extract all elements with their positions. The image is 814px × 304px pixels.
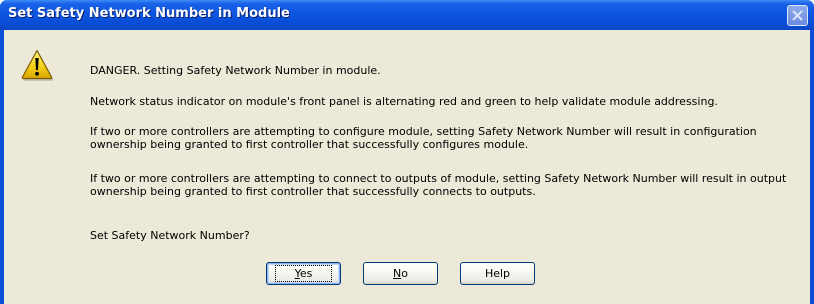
title-bar[interactable]: Set Safety Network Number in Module: [0, 0, 814, 30]
configuration-ownership-text: If two or more controllers are attemptin…: [90, 125, 757, 151]
no-mnemonic: N: [393, 267, 402, 280]
dialog-body: DANGER. Setting Safety Network Number in…: [4, 30, 810, 304]
help-button[interactable]: Help: [460, 262, 535, 285]
yes-button[interactable]: Yes: [266, 262, 341, 285]
warning-icon: [21, 49, 54, 81]
close-button[interactable]: [787, 5, 808, 26]
close-icon: [792, 10, 803, 21]
danger-heading-text: DANGER. Setting Safety Network Number in…: [90, 64, 381, 77]
yes-label-rest: es: [299, 267, 313, 280]
window-title: Set Safety Network Number in Module: [8, 6, 290, 21]
dialog-window: Set Safety Network Number in Module DANG…: [0, 0, 814, 304]
yes-focus-rect: Yes: [274, 265, 333, 282]
no-button[interactable]: No: [363, 262, 438, 285]
output-ownership-text: If two or more controllers are attemptin…: [90, 172, 787, 198]
confirmation-question-text: Set Safety Network Number?: [90, 229, 250, 242]
status-indicator-text: Network status indicator on module's fro…: [90, 95, 718, 108]
no-label-rest: o: [401, 267, 408, 280]
